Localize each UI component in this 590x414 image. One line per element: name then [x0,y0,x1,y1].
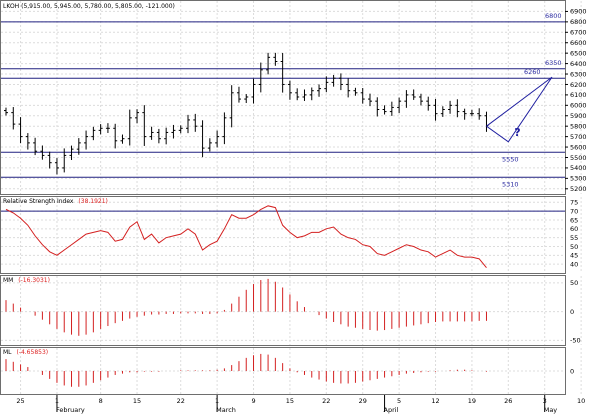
x-tick-label: 15 [286,397,294,405]
level-label: 6350 [545,59,562,67]
price-pane [0,0,566,195]
month-label: May [544,406,558,414]
mm-y-tick: -50 [570,337,581,345]
month-label: April [384,406,399,414]
ml-y-tick: 0 [570,367,574,375]
price-y-tick: 6700 [570,29,587,37]
price-y-tick: 5300 [570,175,587,183]
rsi-y-tick: 50 [570,243,578,251]
rsi-title-value: (38.1921) [78,198,108,205]
x-tick-label: 26 [504,397,512,405]
x-tick-label: 19 [468,397,476,405]
month-label: February [56,406,85,414]
rsi-y-tick: 40 [570,260,578,268]
price-y-tick: 5600 [570,143,587,151]
price-y-tick: 5400 [570,164,587,172]
x-tick-label: 15 [133,397,141,405]
x-tick-label: 22 [322,397,330,405]
price-y-tick: 5800 [570,122,587,130]
ml-title-value: (-4.65853) [16,349,48,356]
rsi-y-tick: 55 [570,234,578,242]
level-label: 6260 [524,68,541,76]
rsi-y-tick: 65 [570,216,578,224]
x-tick-label: 12 [431,397,439,405]
mm-y-tick: 0 [570,308,574,316]
price-y-tick: 6300 [570,70,587,78]
stock-chart: 68006350626055505310 ? 25181522191522295… [0,0,587,414]
price-title: LKOH (5,915.00, 5,945.00, 5,780.00, 5,80… [3,3,175,10]
level-label: 6800 [545,12,562,20]
price-y-tick: 6000 [570,102,587,110]
price-y-tick: 6600 [570,39,587,47]
rsi-y-tick: 60 [570,225,578,233]
x-tick-label: 10 [577,397,585,405]
price-title-values: (5,915.00, 5,945.00, 5,780.00, 5,805.00,… [21,3,175,10]
ml-title: ML (-4.65853) [3,349,48,356]
price-title-prefix: LKOH [3,3,19,10]
level-label: 5550 [502,155,519,163]
mm-title-prefix: MM [3,277,13,284]
price-y-tick: 6800 [570,18,587,26]
rsi-y-tick: 45 [570,252,578,260]
price-y-tick: 6900 [570,8,587,16]
price-y-tick: 5700 [570,133,587,141]
rsi-title: Relative Strength Index (38.1921) [3,198,108,205]
x-tick-label: 9 [251,397,255,405]
x-tick-label: 5 [397,397,401,405]
x-tick-label: 25 [16,397,24,405]
level-label: 5310 [502,180,519,188]
price-y-tick: 5200 [570,185,587,193]
x-tick-label: 29 [359,397,367,405]
rsi-y-tick: 70 [570,207,578,215]
ml-title-prefix: ML [3,349,12,356]
price-y-tick: 6200 [570,81,587,89]
price-y-tick: 6500 [570,49,587,57]
month-label: March [216,406,236,414]
rsi-y-tick: 75 [570,199,578,207]
price-y-tick: 6400 [570,60,587,68]
price-y-tick: 5900 [570,112,587,120]
x-tick-label: 8 [99,397,103,405]
mm-title: MM (-16.3031) [3,277,50,284]
mm-title-value: (-16.3031) [18,277,50,284]
x-tick-label: 22 [177,397,185,405]
price-y-tick: 6100 [570,91,587,99]
forecast-question-mark: ? [514,126,520,139]
mm-y-tick: 50 [570,279,578,287]
rsi-title-prefix: Relative Strength Index [3,198,74,205]
price-y-tick: 5500 [570,154,587,162]
